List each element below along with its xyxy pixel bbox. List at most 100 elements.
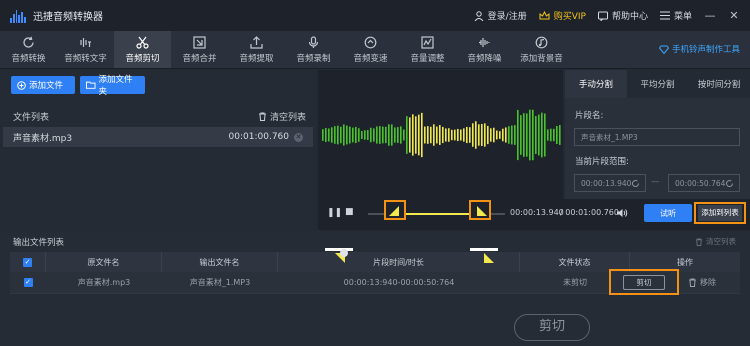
tool-audio-record[interactable]: 音频录制: [285, 31, 342, 68]
reset-icon[interactable]: [631, 179, 640, 188]
waveform-bar: [547, 129, 549, 141]
waveform-bar: [436, 126, 438, 144]
range-end-field[interactable]: 00:00:50.764: [668, 174, 740, 192]
waveform-bar: [493, 127, 495, 143]
range-start-field[interactable]: 00:00:13.940: [574, 174, 646, 192]
file-list-item[interactable]: 声音素材.mp3 00:01:00.760 ✕: [3, 127, 313, 147]
waveform-bar: [427, 126, 429, 144]
waveform-bar: [511, 125, 513, 145]
trim-end-handle[interactable]: [469, 200, 491, 220]
waveform-bar: [451, 129, 453, 141]
merge-icon: [193, 35, 206, 49]
waveform-bar: [340, 126, 342, 144]
waveform-bar: [418, 114, 420, 156]
tab-manual-split[interactable]: 手动分割: [565, 70, 627, 98]
waveform-bar: [469, 127, 471, 143]
login-label: 登录/注册: [487, 12, 527, 22]
waveform-bar: [415, 116, 417, 154]
tool-audio-speed[interactable]: 音频变速: [342, 31, 399, 68]
remove-label: 移除: [700, 278, 716, 287]
tool-volume-adjust[interactable]: 音量调整: [399, 31, 456, 68]
waveform-bar: [352, 127, 354, 143]
volume-icon[interactable]: [616, 208, 628, 218]
waveform-bar: [487, 125, 489, 145]
remove-file-icon[interactable]: ✕: [294, 132, 303, 142]
file-list-label: 文件列表: [13, 112, 50, 123]
waveform-bar: [424, 126, 426, 144]
waveform-bar: [388, 124, 390, 146]
waveform-bar: [472, 123, 474, 147]
row-checkbox[interactable]: ✓: [10, 272, 46, 293]
tool-noise-reduction[interactable]: 音频降噪: [456, 31, 513, 68]
trim-start-handle[interactable]: [384, 200, 406, 220]
waveform-bar: [559, 125, 561, 145]
menu-label: 菜单: [673, 12, 692, 22]
menu-button[interactable]: 菜单: [659, 9, 692, 22]
title-bar: 迅捷音频转换器 登录/注册 购买VIP 帮助中心 菜单 — ✕: [0, 0, 750, 31]
stop-icon[interactable]: ■: [345, 207, 354, 217]
split-tabs: 手动分割 平均分割 按时间分割: [565, 70, 750, 98]
add-to-list-highlight: 添加到列表: [694, 202, 746, 224]
file-name: 声音素材.mp3: [13, 133, 73, 144]
buy-vip-link[interactable]: 购买VIP: [539, 9, 586, 22]
waveform-bar: [526, 113, 528, 157]
waveform-bar: [400, 126, 402, 144]
tool-audio-cut[interactable]: 音频剪切: [114, 31, 171, 68]
waveform-bar: [508, 126, 510, 144]
waveform-bar: [322, 129, 324, 141]
waveform-bar: [538, 114, 540, 156]
add-folder-label: 添加文件夹: [98, 75, 133, 97]
add-file-button[interactable]: 添加文件: [11, 76, 75, 94]
app-title: 迅捷音频转换器: [33, 12, 103, 23]
add-folder-button[interactable]: 添加文件夹: [80, 75, 145, 97]
tool-label: 音频变速: [353, 53, 388, 64]
waveform-bar: [496, 130, 498, 140]
waveform-bar: [364, 130, 366, 140]
tab-time-split[interactable]: 按时间分割: [688, 70, 750, 98]
waveform-bar: [481, 124, 483, 146]
waveform-bar: [457, 128, 459, 142]
tool-audio-extract[interactable]: 音频提取: [228, 31, 285, 68]
tool-label: 添加背景音: [520, 53, 563, 64]
cut-button[interactable]: 剪切: [623, 274, 665, 290]
segment-name-field[interactable]: 声音素材_1.MP3: [574, 128, 740, 146]
waveform-bar: [544, 113, 546, 157]
waveform-bar: [346, 125, 348, 145]
speed-icon: [364, 36, 377, 48]
login-link[interactable]: 登录/注册: [474, 9, 527, 22]
add-to-list-button[interactable]: 添加到列表: [698, 205, 742, 221]
try-listen-button[interactable]: 试听: [644, 204, 692, 222]
ringtone-maker-label: 手机铃声制作工具: [671, 45, 740, 55]
tab-average-split[interactable]: 平均分割: [626, 70, 689, 98]
waveform-bar: [439, 125, 441, 145]
waveform-bar: [379, 126, 381, 144]
minimize-icon[interactable]: —: [704, 9, 716, 22]
waveform-bar: [502, 128, 504, 142]
tool-audio-merge[interactable]: 音频合并: [171, 31, 228, 68]
waveform-bar: [463, 128, 465, 142]
waveform-bar: [412, 114, 414, 156]
select-all-checkbox[interactable]: ✓: [10, 252, 46, 272]
help-center-link[interactable]: 帮助中心: [597, 9, 648, 22]
file-list-header: 文件列表 清空列表: [0, 106, 316, 126]
waveform-bar: [394, 127, 396, 143]
tool-audio-to-text[interactable]: 音频转文字: [57, 31, 114, 68]
waveform-bar: [490, 128, 492, 142]
tool-add-background-music[interactable]: 添加背景音: [513, 31, 570, 68]
clear-list-button[interactable]: 清空列表: [258, 110, 306, 123]
remove-row-button[interactable]: 移除: [688, 277, 716, 288]
reset-icon[interactable]: [725, 179, 734, 188]
waveform-bar: [553, 128, 555, 142]
pause-icon[interactable]: ❚❚: [327, 208, 342, 218]
waveform-bar: [550, 128, 552, 142]
ringtone-maker-link[interactable]: 手机铃声制作工具: [658, 43, 740, 55]
waveform-bar: [433, 124, 435, 146]
trash-icon: [258, 112, 266, 121]
tool-audio-convert[interactable]: 音频转换: [0, 31, 57, 68]
output-clear-button[interactable]: 清空列表: [695, 236, 736, 247]
waveform-bar: [328, 128, 330, 142]
close-icon[interactable]: ✕: [728, 9, 740, 22]
waveform-bar: [382, 126, 384, 144]
waveform-bar: [430, 126, 432, 144]
cut-all-button[interactable]: 剪切: [514, 314, 590, 341]
